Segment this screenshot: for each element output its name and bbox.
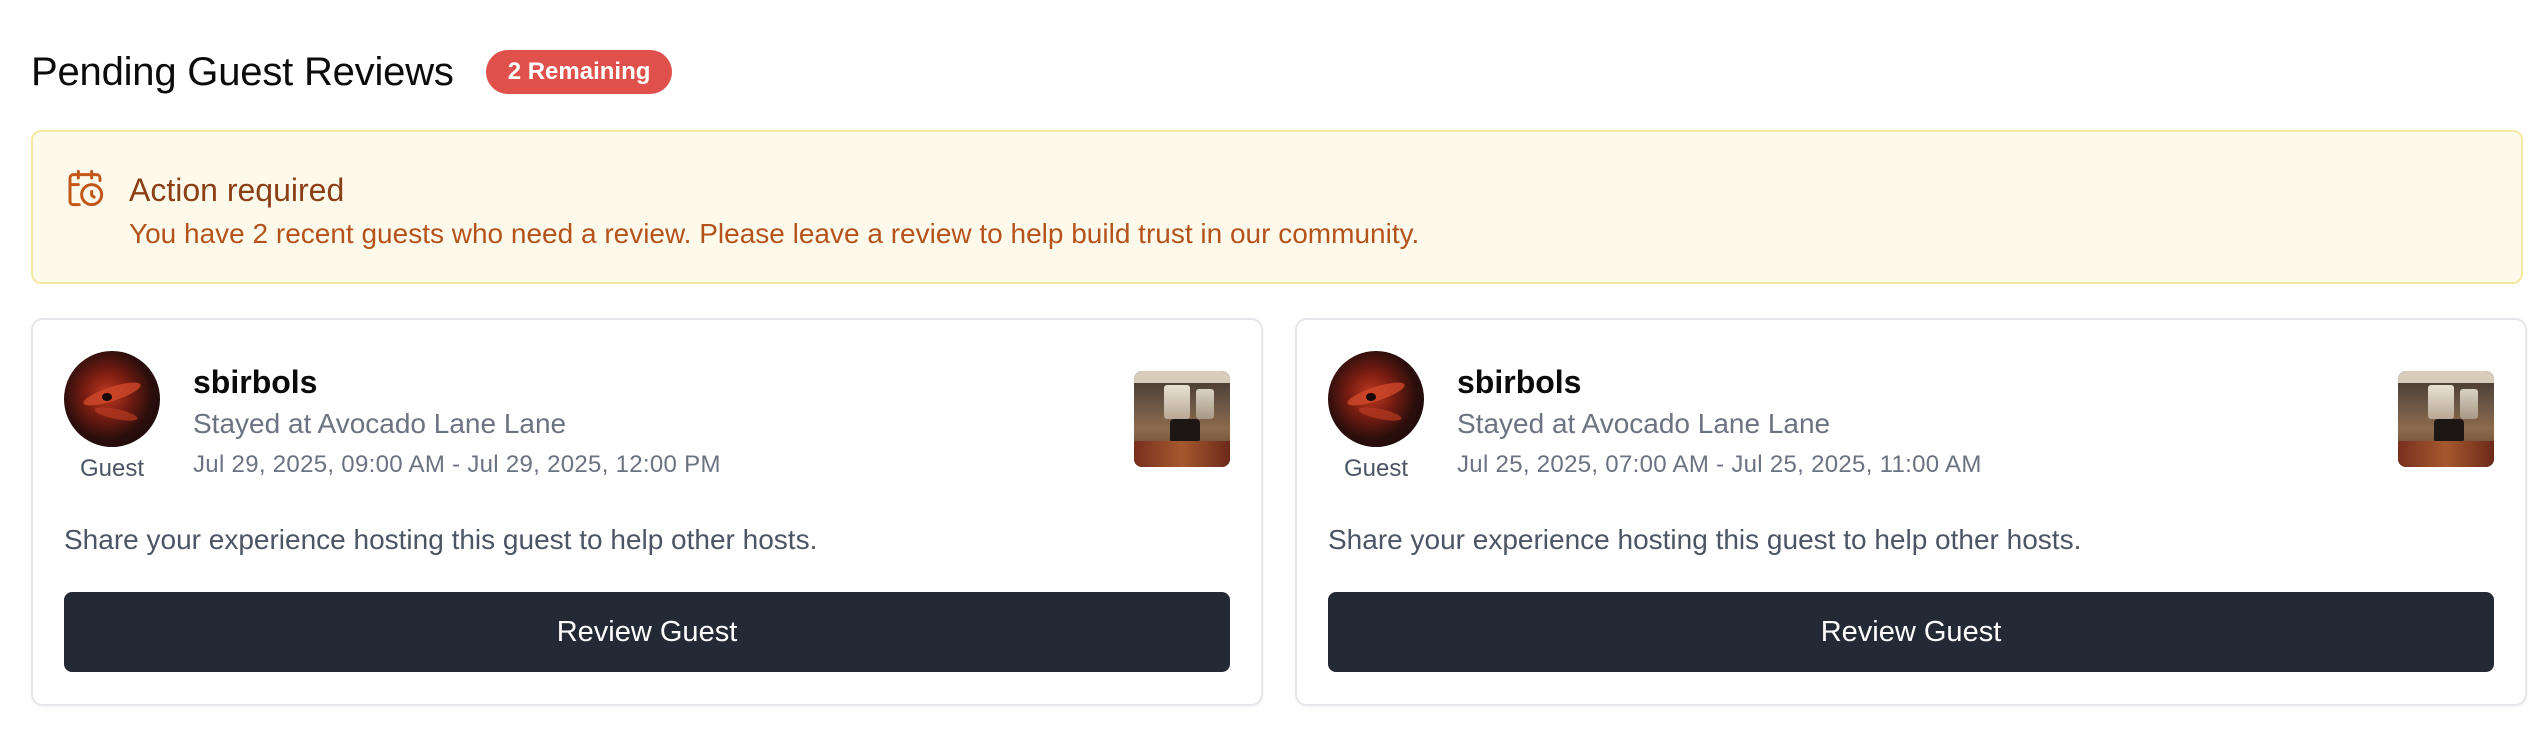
stay-dates: Jul 25, 2025, 07:00 AM - Jul 25, 2025, 1… xyxy=(1457,451,1982,478)
action-required-alert: Action required You have 2 recent guests… xyxy=(31,130,2523,284)
card-description: Share your experience hosting this guest… xyxy=(64,524,818,555)
guest-avatar xyxy=(1328,351,1424,447)
guest-review-card: Guest sbirbols Stayed at Avocado Lane La… xyxy=(31,318,1263,706)
alert-title: Action required xyxy=(129,172,345,208)
page-header: Pending Guest Reviews 2 Remaining xyxy=(31,46,673,98)
stay-location: Stayed at Avocado Lane Lane xyxy=(193,408,567,439)
page-title: Pending Guest Reviews xyxy=(31,50,454,94)
guest-review-card: Guest sbirbols Stayed at Avocado Lane La… xyxy=(1295,318,2527,706)
remaining-count-badge: 2 Remaining xyxy=(485,50,673,94)
card-description: Share your experience hosting this guest… xyxy=(1328,524,2082,555)
guest-role-label: Guest xyxy=(79,455,145,482)
guest-role-label: Guest xyxy=(1343,455,1409,482)
pending-guest-reviews-page: Pending Guest Reviews 2 Remaining Action… xyxy=(0,0,2548,736)
stay-location: Stayed at Avocado Lane Lane xyxy=(1457,408,1831,439)
alert-message: You have 2 recent guests who need a revi… xyxy=(129,218,1420,249)
review-guest-button[interactable]: Review Guest xyxy=(1328,592,2494,672)
guest-name: sbirbols xyxy=(193,364,318,400)
guest-name: sbirbols xyxy=(1457,364,1582,400)
stay-dates: Jul 29, 2025, 09:00 AM - Jul 29, 2025, 1… xyxy=(193,451,721,478)
calendar-clock-icon xyxy=(65,168,105,208)
guest-avatar xyxy=(64,351,160,447)
property-thumbnail xyxy=(2398,371,2494,467)
review-guest-button[interactable]: Review Guest xyxy=(64,592,1230,672)
property-thumbnail xyxy=(1134,371,1230,467)
